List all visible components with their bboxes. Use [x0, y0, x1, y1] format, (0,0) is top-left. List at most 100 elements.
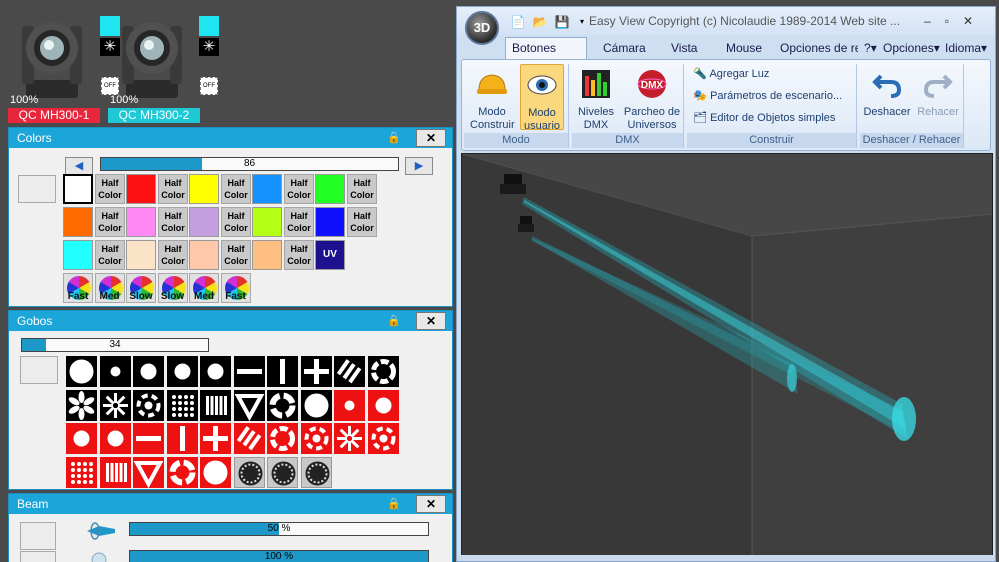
gobo-reset-button[interactable] [20, 356, 58, 384]
gobo-button[interactable] [367, 389, 399, 421]
color-swatch[interactable] [189, 207, 219, 237]
gobo-button[interactable] [166, 456, 198, 488]
gobo-button[interactable] [66, 356, 97, 387]
gobo-button[interactable] [334, 389, 365, 421]
color-swatch[interactable] [63, 240, 93, 270]
color-wheel-speed-button[interactable]: Slow [157, 273, 188, 303]
color-wheel-speed-button[interactable]: Med [94, 273, 125, 303]
color-wheel-speed-button[interactable]: Med [189, 273, 219, 303]
tab-botones[interactable]: Botones estánd [505, 37, 587, 75]
gobo-button[interactable] [334, 423, 365, 454]
gobo-button[interactable] [300, 423, 332, 454]
gobo-button[interactable] [233, 389, 265, 421]
color-swatch[interactable] [315, 207, 345, 237]
3d-viewport[interactable] [461, 153, 993, 556]
close-button[interactable]: ✕ [416, 495, 446, 513]
half-color-button[interactable]: Half Color [158, 174, 188, 204]
agregar-luz-button[interactable]: 🔦 Agregar Luz [693, 66, 769, 82]
prev-arrow-button[interactable]: ◀ [65, 157, 93, 175]
gobo-slider[interactable]: 34 [21, 338, 209, 352]
gobo-button[interactable] [66, 456, 97, 488]
gobo-button[interactable] [133, 389, 164, 421]
half-color-button[interactable]: Half Color [221, 174, 251, 204]
color-swatch[interactable] [63, 207, 93, 237]
gobo-button[interactable] [367, 356, 399, 387]
color-swatch[interactable] [126, 207, 156, 237]
panel-title-bar[interactable]: Gobos 🔒 ✕ [9, 311, 452, 331]
gobo-button[interactable] [66, 389, 97, 421]
gobo-button[interactable] [66, 423, 97, 454]
beam-reset-button-2[interactable] [20, 551, 56, 562]
tab-mouse[interactable]: Mouse [720, 39, 768, 57]
gobo-button[interactable] [300, 456, 332, 488]
gobo-button[interactable] [166, 423, 198, 454]
color-slider[interactable]: 86 [100, 157, 399, 171]
color-reset-button[interactable] [18, 175, 56, 203]
color-swatch[interactable] [63, 174, 93, 204]
close-button[interactable]: ✕ [416, 129, 446, 147]
gobo-button[interactable] [99, 389, 131, 421]
beam-reset-button[interactable] [20, 522, 56, 550]
half-color-button[interactable]: Half Color [284, 207, 314, 237]
gobo-button[interactable] [133, 423, 164, 454]
tab-camara[interactable]: Cámara [597, 39, 652, 57]
gobo-button[interactable] [267, 456, 298, 488]
color-wheel-speed-button[interactable]: Fast [220, 273, 251, 303]
half-color-button[interactable]: Half Color [284, 174, 314, 204]
parametros-escenario-button[interactable]: 🎭 Parámetros de escenario... [693, 88, 842, 104]
gobo-button[interactable] [267, 356, 298, 387]
deshacer-button[interactable]: Deshacer [862, 64, 912, 132]
color-swatch[interactable] [252, 207, 282, 237]
idioma-menu[interactable]: Idioma▾ [939, 39, 993, 57]
gobo-button[interactable] [267, 423, 298, 454]
opciones-menu[interactable]: Opciones▾ [877, 39, 946, 57]
gobo-button[interactable] [233, 356, 265, 387]
half-color-button[interactable]: Half Color [221, 240, 251, 270]
half-color-button[interactable]: Half Color [284, 240, 314, 270]
zoom-slider[interactable]: 50 % [129, 522, 429, 536]
lock-icon[interactable]: 🔒 [380, 129, 408, 147]
gobo-button[interactable] [367, 423, 399, 454]
gobo-button[interactable] [300, 356, 332, 387]
gobo-button[interactable] [200, 389, 231, 421]
parcheo-universos-button[interactable]: DMX Parcheo de Universos [622, 64, 682, 132]
gobo-button[interactable] [166, 389, 198, 421]
lock-icon[interactable]: 🔒 [380, 495, 408, 513]
modo-usuario-button[interactable]: Modo usuario [520, 64, 564, 132]
half-color-button[interactable]: Half Color [95, 174, 125, 204]
gobo-button[interactable] [233, 423, 265, 454]
color-wheel-speed-button[interactable]: Fast [63, 273, 93, 303]
half-color-button[interactable]: Half Color [95, 240, 125, 270]
uv-swatch[interactable]: UV [315, 240, 345, 270]
gobo-button[interactable] [99, 423, 131, 454]
half-color-button[interactable]: Half Color [158, 240, 188, 270]
gobo-button[interactable] [99, 456, 131, 488]
close-button[interactable]: ✕ [416, 312, 446, 330]
modo-construir-button[interactable]: Modo Construir [470, 64, 515, 132]
color-swatch[interactable] [126, 240, 156, 270]
lock-icon[interactable]: 🔒 [380, 312, 408, 330]
gobo-button[interactable] [133, 456, 164, 488]
color-swatch[interactable] [315, 174, 345, 204]
dimmer-slider[interactable]: 100 % [129, 550, 429, 562]
gobo-button[interactable] [99, 356, 131, 387]
gobo-button[interactable] [267, 389, 298, 421]
gobo-button[interactable] [166, 356, 198, 387]
gobo-button[interactable] [300, 389, 332, 421]
color-wheel-speed-button[interactable]: Slow [126, 273, 156, 303]
half-color-button[interactable]: Half Color [95, 207, 125, 237]
window-controls[interactable]: –▫✕ [924, 14, 987, 28]
fixture-qc-mh300-2[interactable]: 100% QC MH300-2 [108, 12, 208, 123]
tab-opciones-render[interactable]: Opciones de re [774, 39, 858, 57]
save-icon[interactable]: 💾 [553, 13, 571, 31]
panel-title-bar[interactable]: Colors 🔒 ✕ [9, 128, 452, 148]
tab-vista[interactable]: Vista [665, 39, 703, 57]
gobo-button[interactable] [233, 456, 265, 488]
fixture-qc-mh300-1[interactable]: 100% QC MH300-1 [8, 12, 108, 123]
rehacer-button[interactable]: Rehacer [914, 64, 962, 132]
half-color-button[interactable]: Half Color [158, 207, 188, 237]
half-color-button[interactable]: Half Color [221, 207, 251, 237]
gobo-button[interactable] [133, 356, 164, 387]
editor-objetos-button[interactable]: 🗂 Editor de Objetos simples [693, 110, 835, 126]
next-arrow-button[interactable]: ▶ [405, 157, 433, 175]
